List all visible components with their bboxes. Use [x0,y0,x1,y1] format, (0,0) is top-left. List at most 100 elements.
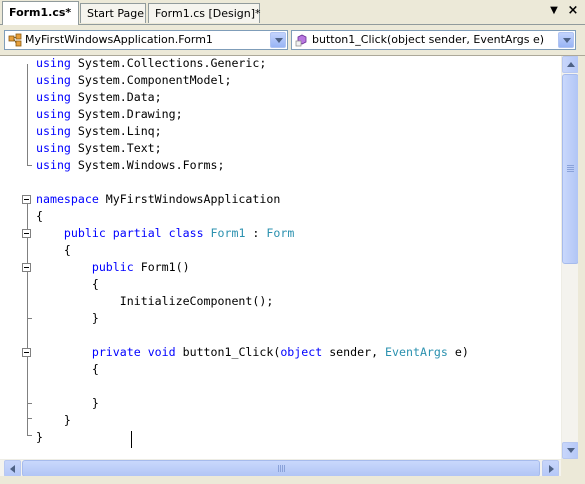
code-token: System.Text; [70,141,162,155]
window-edge [578,56,585,484]
tab-dropdown-icon[interactable]: ▼ [546,3,562,19]
keyword-token: public [91,260,134,274]
code-token: System.Windows.Forms; [70,158,225,172]
method-icon [295,34,307,47]
type-selector-value: MyFirstWindowsApplication.Form1 [25,33,213,46]
scroll-up-icon[interactable] [562,56,579,73]
type-token: Form1 [210,226,246,240]
code-line[interactable]: } [36,310,99,327]
close-tab-icon[interactable]: × [565,3,581,19]
code-token: { [36,277,99,291]
code-token: { [36,243,71,257]
code-token: : [245,226,267,240]
code-editor[interactable]: using System.Collections.Generic; using S… [0,55,585,484]
code-token: } [36,413,71,427]
type-token: Form [266,226,295,240]
tab-start-page[interactable]: Start Page [80,3,146,23]
code-line[interactable]: { [36,276,99,293]
code-line[interactable] [36,378,120,395]
code-token: button1_Click( [175,345,281,359]
keyword-token: namespace [36,192,99,206]
navigation-bar: MyFirstWindowsApplication.Form1 button1_… [0,25,585,55]
code-token: } [36,311,99,325]
scroll-down-icon[interactable] [562,442,579,459]
chevron-down-icon[interactable] [558,32,574,48]
code-token: System.Drawing; [70,107,183,121]
code-token: { [36,362,99,376]
code-line[interactable]: public Form1() [36,259,190,276]
scroll-left-icon[interactable] [4,460,21,477]
code-token: } [36,396,99,410]
code-line[interactable]: public partial class Form1 : Form [36,225,294,242]
code-token: { [36,209,43,223]
scroll-right-icon[interactable] [542,460,559,477]
code-line[interactable]: { [36,208,43,225]
code-line[interactable]: using System.Collections.Generic; [36,55,266,72]
vertical-scroll-thumb[interactable] [562,74,579,264]
code-line[interactable]: namespace MyFirstWindowsApplication [36,191,280,208]
class-icon [8,33,22,47]
code-line[interactable]: using System.Data; [36,89,162,106]
code-line[interactable]: { [36,242,71,259]
keyword-token: private [91,345,141,359]
code-token: System.Linq; [70,124,162,138]
keyword-token: class [168,226,204,240]
keyword-token: partial [112,226,162,240]
tab-form1-cs[interactable]: Form1.cs* [2,1,79,25]
code-token: sender, [322,345,386,359]
code-line[interactable]: { [36,361,99,378]
tab-form1-design[interactable]: Form1.cs [Design]* [148,3,261,23]
horizontal-scroll-thumb[interactable] [22,460,540,477]
keyword-token: using [36,73,71,87]
code-line[interactable]: } [36,429,43,446]
code-line[interactable]: } [36,395,99,412]
code-token: e) [447,345,469,359]
collapse-namespace-icon[interactable] [22,195,31,204]
keyword-token: using [36,141,71,155]
keyword-token: using [36,90,71,104]
keyword-token: using [36,124,71,138]
keyword-token: using [36,158,71,172]
keyword-token: void [147,345,176,359]
code-token: System.Data; [70,90,162,104]
code-line[interactable]: using System.Linq; [36,123,162,140]
member-selector-value: button1_Click(object sender, EventArgs e… [312,33,545,46]
chevron-down-icon[interactable] [270,32,286,48]
code-line[interactable]: private void button1_Click(object sender… [36,344,469,361]
type-selector-combo[interactable]: MyFirstWindowsApplication.Form1 [4,30,288,50]
code-line[interactable]: using System.Text; [36,140,162,157]
keyword-token: using [36,56,71,70]
type-token: EventArgs [385,345,448,359]
keyword-token: object [280,345,323,359]
code-token: } [36,430,43,444]
code-line[interactable]: using System.Windows.Forms; [36,157,224,174]
collapse-class-icon[interactable] [22,229,31,238]
horizontal-scrollbar[interactable] [0,459,578,477]
code-line[interactable]: using System.ComponentModel; [36,72,231,89]
collapse-method-icon[interactable] [22,263,31,272]
text-caret [131,431,132,448]
code-token: System.ComponentModel; [70,73,232,87]
collapse-method-icon[interactable] [22,348,31,357]
code-token: Form1() [133,260,190,274]
code-line[interactable]: InitializeComponent(); [36,293,274,310]
code-line[interactable]: } [36,412,71,429]
code-line[interactable]: using System.Drawing; [36,106,183,123]
code-token: System.Collections.Generic; [70,56,267,70]
member-selector-combo[interactable]: button1_Click(object sender, EventArgs e… [291,30,576,50]
keyword-token: public [63,226,106,240]
code-token: InitializeComponent(); [36,294,274,308]
code-text-area[interactable]: using System.Collections.Generic; using S… [36,55,558,458]
scrollbar-corner [561,459,578,476]
code-token: MyFirstWindowsApplication [98,192,281,206]
vertical-scrollbar[interactable] [561,56,579,459]
outline-gutter [0,56,32,459]
